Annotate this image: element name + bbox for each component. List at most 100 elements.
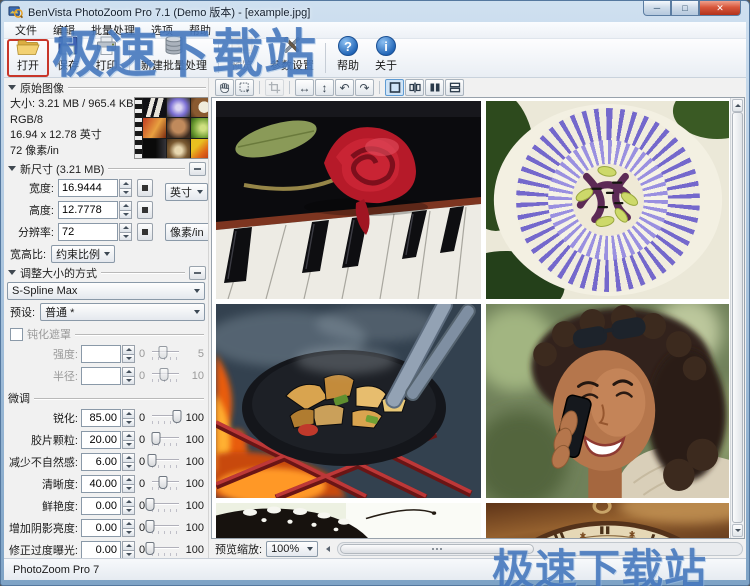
view-single-button[interactable] <box>385 79 404 96</box>
minimize-button[interactable]: ─ <box>643 1 671 16</box>
height-lock-button[interactable] <box>137 201 153 219</box>
hand-pan-tool[interactable] <box>215 79 234 96</box>
preview-viewport[interactable] <box>211 97 745 539</box>
title-bar[interactable]: BenVista PhotoZoom Pro 7.1 (Demo 版本) - [… <box>1 1 749 22</box>
preset-dropdown[interactable]: 普通 * <box>40 303 205 321</box>
clarity-slider[interactable] <box>149 476 182 492</box>
new-size-options-button[interactable] <box>189 162 206 176</box>
clarity-spinner[interactable] <box>122 475 135 493</box>
slider-thumb[interactable] <box>145 498 154 511</box>
film-grain-input[interactable] <box>81 431 121 449</box>
scroll-up-button[interactable] <box>732 99 743 112</box>
status-bar: PhotoZoom Pro 7 <box>4 558 746 580</box>
preview-zoom-value: 100% <box>271 543 303 555</box>
film-grain-label: 胶片颗粒: <box>4 432 81 448</box>
printer-icon <box>95 35 118 56</box>
dropdown-arrow-icon <box>104 252 110 256</box>
crop-icon <box>268 81 281 94</box>
help-button[interactable]: ? 帮助 <box>329 39 367 77</box>
vertical-scrollbar[interactable] <box>730 98 744 538</box>
slider-thumb[interactable] <box>145 542 154 555</box>
slider-thumb[interactable] <box>147 454 156 467</box>
new-size-section-header[interactable]: 新尺寸 (3.21 MB) <box>8 161 206 176</box>
clarity-input[interactable] <box>81 475 121 493</box>
original-image-section-header[interactable]: 原始图像 <box>8 80 206 95</box>
preview-zoom-dropdown[interactable]: 100% <box>266 541 318 557</box>
window-controls: ─ □ ✕ <box>643 1 741 16</box>
print-button[interactable]: 打印 <box>87 39 126 77</box>
vibrance-spinner[interactable] <box>122 497 135 515</box>
new-batch-button[interactable]: 新建批量处理 <box>133 39 215 77</box>
slider-thumb[interactable] <box>145 520 154 533</box>
aspect-ratio-dropdown[interactable]: 约束比例 <box>51 245 115 263</box>
shadow-brightness-spinner[interactable] <box>122 519 135 537</box>
fix-overexposure-slider[interactable] <box>149 542 182 558</box>
flip-horizontal-icon: ↔ <box>299 81 311 95</box>
unsharp-mask-checkbox[interactable] <box>10 328 23 341</box>
reduce-artifacts-slider[interactable] <box>149 454 182 470</box>
width-input[interactable] <box>58 179 118 197</box>
marquee-select-tool[interactable] <box>235 79 254 96</box>
resolution-input[interactable] <box>58 223 118 241</box>
vibrance-slider[interactable] <box>149 498 182 514</box>
collapse-triangle-icon <box>8 270 16 275</box>
preview-label: 预览 <box>231 57 253 73</box>
sharpness-slider[interactable] <box>149 410 182 426</box>
resolution-unit-dropdown[interactable]: 像素/in <box>165 223 209 241</box>
slider-thumb[interactable] <box>158 476 167 489</box>
flip-vertical-button[interactable]: ↕ <box>315 79 334 96</box>
vibrance-label: 鲜艳度: <box>4 498 81 514</box>
flip-vertical-icon: ↕ <box>322 81 328 95</box>
slider-min-label: 0 <box>137 456 147 468</box>
film-grain-spinner[interactable] <box>122 431 135 449</box>
film-grain-slider[interactable] <box>149 432 182 448</box>
resize-method-options-button[interactable] <box>189 266 206 280</box>
flip-horizontal-button[interactable]: ↔ <box>295 79 314 96</box>
shadow-brightness-slider[interactable] <box>149 520 182 536</box>
fix-overexposure-input[interactable] <box>81 541 121 558</box>
slider-min-label: 0 <box>137 370 147 382</box>
view-split-button[interactable] <box>405 79 424 96</box>
slider-max-label: 100 <box>184 434 206 446</box>
resize-method-section-header[interactable]: 调整大小的方式 <box>8 265 206 280</box>
height-label: 高度: <box>8 202 58 218</box>
height-spinner[interactable] <box>119 201 132 219</box>
horizontal-scroll-thumb[interactable] <box>340 544 534 554</box>
slider-thumb[interactable] <box>173 410 182 423</box>
image-thumbnail <box>134 97 209 159</box>
horizontal-scrollbar[interactable] <box>337 542 743 556</box>
slider-max-label: 5 <box>184 348 206 360</box>
slider-thumb[interactable] <box>152 432 161 445</box>
fix-overexposure-spinner[interactable] <box>122 541 135 558</box>
vibrance-input[interactable] <box>81 497 121 515</box>
image-size-text: 大小: 3.21 MB / 965.4 KB <box>10 97 134 113</box>
scroll-left-button[interactable] <box>322 542 333 555</box>
close-button[interactable]: ✕ <box>699 1 741 16</box>
sharpness-spinner[interactable] <box>122 409 135 427</box>
reduce-artifacts-input[interactable] <box>81 453 121 471</box>
about-button[interactable]: i 关于 <box>367 39 405 77</box>
save-button[interactable]: 保存 <box>49 39 87 77</box>
sharpness-input[interactable] <box>81 409 121 427</box>
view-dual-vertical-button[interactable] <box>425 79 444 96</box>
resolution-spinner[interactable] <box>119 223 132 241</box>
shadow-brightness-input[interactable] <box>81 519 121 537</box>
width-lock-button[interactable] <box>137 179 153 197</box>
scroll-down-button[interactable] <box>732 524 743 537</box>
rotate-left-button[interactable]: ↶ <box>335 79 354 96</box>
view-dual-horizontal-button[interactable] <box>445 79 464 96</box>
size-unit-dropdown[interactable]: 英寸 <box>165 183 208 201</box>
resolution-lock-button[interactable] <box>137 223 153 241</box>
slider-max-label: 100 <box>184 500 206 512</box>
width-spinner[interactable] <box>119 179 132 197</box>
resize-method-dropdown[interactable]: S-Spline Max <box>7 282 205 300</box>
settings-button[interactable]: 参数设置 <box>262 39 322 77</box>
hand-icon <box>218 81 231 94</box>
reduce-artifacts-spinner[interactable] <box>122 453 135 471</box>
image-res-text: 72 像素/in <box>10 144 134 160</box>
height-input[interactable] <box>58 201 118 219</box>
rotate-right-button[interactable]: ↷ <box>355 79 374 96</box>
open-button[interactable]: 打开 <box>7 39 49 77</box>
vertical-scroll-thumb[interactable] <box>732 112 743 523</box>
maximize-button[interactable]: □ <box>671 1 699 16</box>
